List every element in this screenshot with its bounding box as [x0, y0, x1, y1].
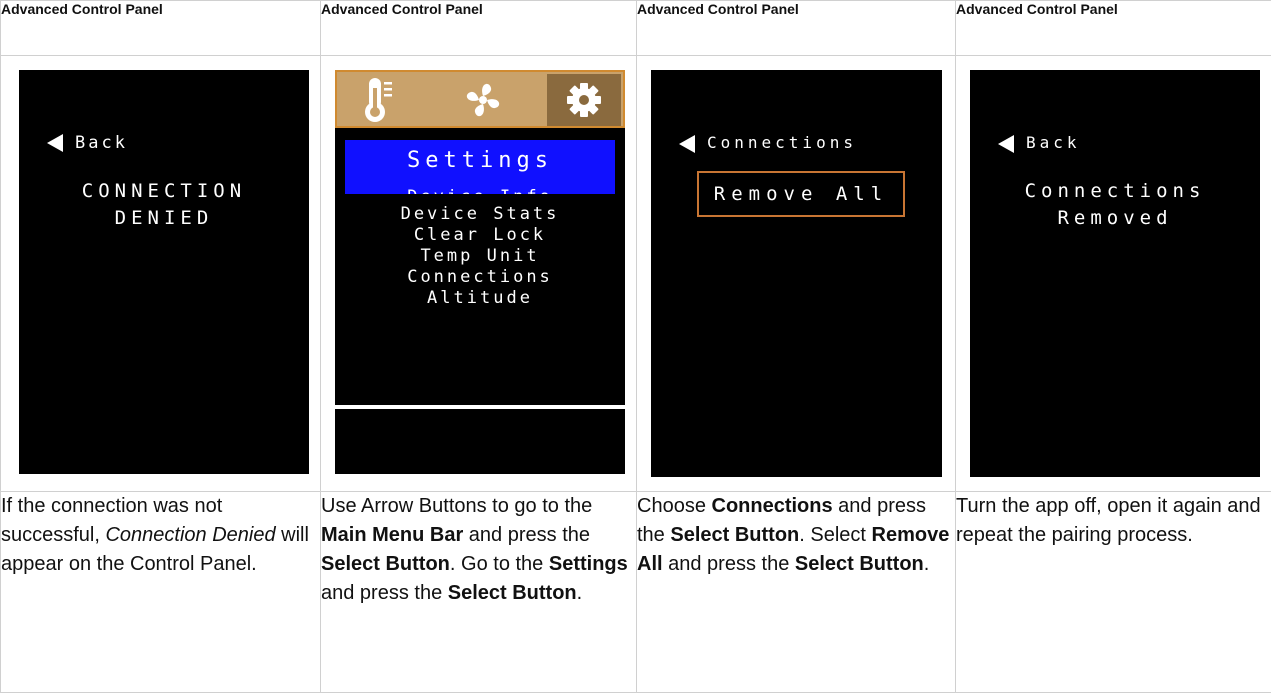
remove-all-label: Remove All	[713, 183, 889, 205]
gear-icon[interactable]	[547, 74, 621, 126]
screen-cell-2: Device Info Settings Device Stats Clear …	[320, 55, 637, 492]
back-label: Connections	[707, 133, 857, 152]
remove-all-button[interactable]: Remove All	[697, 171, 905, 217]
desc-text: and press the	[463, 524, 590, 546]
fan-icon[interactable]	[459, 76, 507, 124]
description-1: If the connection was not successful, Co…	[0, 491, 321, 693]
menu-item-connections[interactable]: Connections	[335, 267, 625, 287]
desc-emphasis: Connection Denied	[105, 524, 276, 546]
desc-text: .	[576, 582, 583, 604]
desc-text: Use Arrow Buttons to go to the	[321, 495, 593, 517]
column-header-1: Advanced Control Panel	[0, 0, 321, 56]
desc-bold: Select Button	[321, 553, 450, 575]
menu-item-device-stats[interactable]: Device Stats	[335, 204, 625, 224]
menu-item-altitude[interactable]: Altitude	[335, 288, 625, 308]
screen-divider	[335, 405, 625, 409]
column-header-4: Advanced Control Panel	[955, 0, 1271, 56]
control-panel-screen-connections: Connections Remove All	[651, 70, 942, 477]
desc-text: and press the	[321, 582, 448, 604]
back-item: Back	[47, 133, 128, 153]
back-arrow-icon	[47, 134, 63, 152]
desc-text: . Select	[799, 524, 872, 546]
menu-item-clear-lock[interactable]: Clear Lock	[335, 225, 625, 245]
desc-bold: Select Button	[670, 524, 800, 546]
desc-text: Turn the app off, open it again and repe…	[956, 495, 1261, 546]
message-line-2: Removed	[1057, 207, 1173, 229]
screen-cell-4: Back Connections Removed	[955, 55, 1271, 492]
desc-text: and press the	[662, 553, 795, 575]
back-item: Back	[998, 133, 1081, 153]
column-header-3: Advanced Control Panel	[636, 0, 956, 56]
menu-item-temp-unit[interactable]: Temp Unit	[335, 246, 625, 266]
control-panel-screen-settings-menu: Device Info Settings Device Stats Clear …	[335, 70, 625, 474]
desc-bold: Main Menu Bar	[321, 524, 464, 546]
message-line-2: DENIED	[114, 207, 214, 229]
desc-text: Choose	[637, 495, 712, 517]
back-label: Back	[75, 133, 128, 153]
desc-bold: Select Button	[447, 582, 577, 604]
desc-text: .	[923, 553, 930, 575]
desc-bold: Select Button	[794, 553, 924, 575]
control-panel-screen-connections-removed: Back Connections Removed	[970, 70, 1260, 477]
back-arrow-icon	[679, 134, 695, 153]
description-3: Choose Connections and press the Select …	[636, 491, 956, 693]
screen-cell-3: Connections Remove All	[636, 55, 956, 492]
back-arrow-icon	[998, 134, 1014, 153]
desc-bold: Settings	[548, 553, 628, 575]
back-item[interactable]: Connections	[679, 133, 857, 153]
message-line-1: CONNECTION	[81, 180, 247, 202]
desc-bold: Connections	[711, 495, 833, 517]
description-2: Use Arrow Buttons to go to the Main Menu…	[320, 491, 637, 693]
instruction-table: Advanced Control Panel Advanced Control …	[0, 0, 1271, 693]
thermometer-icon[interactable]	[359, 76, 399, 124]
back-label: Back	[1026, 133, 1081, 152]
screen-cell-1: Back CONNECTION DENIED	[0, 55, 321, 492]
settings-title: Settings	[407, 148, 553, 173]
control-panel-screen-connection-denied: Back CONNECTION DENIED	[19, 70, 309, 474]
column-header-2: Advanced Control Panel	[320, 0, 637, 56]
description-4: Turn the app off, open it again and repe…	[955, 491, 1271, 693]
desc-text: . Go to the	[449, 553, 549, 575]
message-line-1: Connections	[1024, 180, 1206, 202]
menu-item-partial[interactable]: Device Info	[335, 180, 625, 194]
main-menu-bar[interactable]	[335, 70, 625, 128]
